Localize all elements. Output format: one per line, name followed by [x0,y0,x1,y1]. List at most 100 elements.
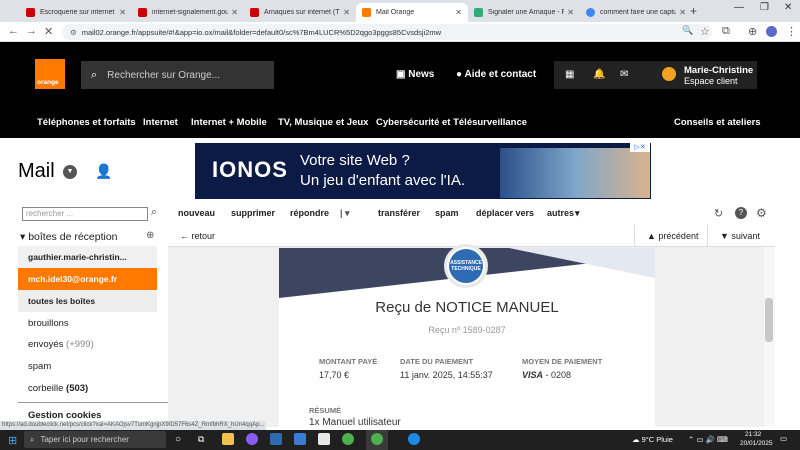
apps-grid-icon[interactable]: ▦ [565,69,574,80]
mail-envelope-icon[interactable]: ✉ [620,69,628,80]
spam-button[interactable]: spam [435,208,459,218]
gear-icon[interactable]: ⚙ [756,206,767,220]
manage-cookies-link[interactable]: Gestion cookies [28,410,101,421]
bookmark-star-icon[interactable]: ☆ [700,25,710,38]
browser-tab[interactable]: Arnaques sur internet (THESE✕ [244,3,356,22]
browser-tab[interactable]: Escroquerie sur internet : qu✕ [20,3,132,22]
back-button[interactable]: ← retour [180,231,215,241]
user-avatar[interactable] [662,67,676,81]
edge-icon[interactable] [408,433,420,445]
search-icon: ⌕ [30,434,35,444]
mail-app-icon[interactable] [270,433,282,445]
file-explorer-icon[interactable] [222,433,234,445]
profile-avatar[interactable] [766,26,777,37]
store-icon[interactable] [318,433,330,445]
scrollbar-thumb[interactable] [765,298,773,342]
browser-tab[interactable]: internet-signalement.gouv.fr✕ [132,3,244,22]
amount-value: 17,70 € [319,370,350,380]
close-window-icon[interactable]: ✕ [784,2,792,13]
mail-search-input[interactable]: rechercher ... [22,207,148,221]
notifications-icon[interactable]: ▭ [780,434,787,443]
user-settings-icon[interactable]: 👤 [95,163,112,180]
receipt-number: Reçu nº 1589-0287 [428,325,506,335]
caret-up-icon: ▲ [647,231,659,241]
download-icon[interactable]: ⊕ [748,25,757,38]
menu-advice[interactable]: Conseils et ateliers [674,117,761,128]
clock-date[interactable]: 20/01/2025 [740,440,773,447]
folder-item-drafts[interactable]: brouillons [28,318,69,329]
calendar-icon[interactable] [294,433,306,445]
new-tab-button[interactable]: + [690,4,697,18]
flag-icon [26,8,35,17]
forward-button[interactable]: transférer [378,208,420,218]
browser-tab[interactable]: comment faire une capture ✕ [580,3,692,22]
orange-logo[interactable]: orange [35,59,65,89]
flag-icon [250,8,259,17]
cortana-icon[interactable]: ○ [175,434,181,445]
help-link[interactable]: ● Aide et contact [456,69,536,80]
add-account-icon[interactable]: ⊕ [146,230,154,241]
weather-widget[interactable]: ☁ 9°C Pluie [632,435,673,444]
browser-tab-strip: Escroquerie sur internet : qu✕ internet-… [0,0,800,22]
search-icon[interactable]: ⌕ [151,206,157,219]
menu-phones[interactable]: Téléphones et forfaits [37,117,136,128]
bell-icon[interactable]: 🔔 [593,69,605,80]
badge-label: ASSISTANCE TECHNIQUE [449,249,483,283]
site-search-input[interactable]: ⌕ Rechercher sur Orange... [81,61,274,89]
close-tab-icon[interactable]: ✕ [231,8,238,17]
summary-label: RÉSUMÉ [309,406,342,415]
restore-icon[interactable]: ❐ [760,2,769,13]
folder-item-sent[interactable]: envoyés (+999) [28,339,94,350]
back-arrow-icon[interactable]: ← [8,25,19,37]
move-button[interactable]: déplacer vers [476,208,534,218]
clock-time[interactable]: 21:32 [745,431,761,438]
chrome-icon[interactable] [342,433,354,445]
chevron-down-icon[interactable]: ▾ [575,208,580,219]
address-bar[interactable]: ⚙ mail02.orange.fr/appsuite/#!&app=io.ox… [62,24,712,40]
close-tab-icon[interactable]: ✕ [343,8,350,17]
refresh-icon[interactable]: ↻ [714,207,723,220]
news-link[interactable]: ▣ News [396,69,434,80]
folder-item-spam[interactable]: spam [28,361,51,372]
reply-options-icon[interactable]: | ▾ [340,208,350,219]
menu-tv[interactable]: TV, Musique et Jeux [278,117,368,128]
new-button[interactable]: nouveau [178,208,215,218]
delete-button[interactable]: supprimer [231,208,275,218]
task-view-icon[interactable]: ⧉ [198,434,204,445]
google-icon [586,8,595,17]
menu-internet-mobile[interactable]: Internet + Mobile [191,117,267,128]
messenger-icon[interactable] [246,433,258,445]
close-tab-icon[interactable]: ✕ [119,8,126,17]
close-tab-icon[interactable]: ✕ [679,8,686,17]
zoom-icon[interactable]: 🔍 [682,25,693,36]
forward-arrow-icon[interactable]: → [26,25,37,37]
help-icon[interactable]: ? [735,207,747,219]
folder-item-trash[interactable]: corbeille (503) [28,383,88,394]
user-subtitle[interactable]: Espace client [684,76,738,86]
menu-security[interactable]: Cybersécurité et Télésurveillance [376,117,527,128]
inbox-header[interactable]: ▾ boîtes de réception [20,231,118,243]
amount-label: MONTANT PAYÉ [319,357,378,366]
more-menu-icon[interactable]: ⋮ [786,25,797,38]
browser-tab[interactable]: Signaler une Arnaque - Form✕ [468,3,580,22]
next-button[interactable]: ▼ suivant [720,231,760,241]
taskbar-search-input[interactable]: ⌕ Taper ici pour rechercher [24,431,166,448]
summary-item: 1x Manuel utilisateur [309,417,401,428]
minimize-icon[interactable]: — [734,2,744,13]
browser-tab-active[interactable]: Mail Orange ✕ [356,3,468,22]
windows-start-icon[interactable]: ⊞ [8,434,17,447]
sidebar-divider [18,402,168,403]
close-tab-icon[interactable]: ✕ [455,8,462,17]
stop-icon[interactable]: ✕ [44,25,53,38]
tray-icons[interactable]: ⌃ ▭ 🔊 ⌨ [688,435,728,444]
menu-internet[interactable]: Internet [143,117,178,128]
more-button[interactable]: autres [547,208,574,218]
site-info-icon[interactable]: ⚙ [70,28,77,37]
user-name[interactable]: Marie-Christine [684,65,753,76]
extensions-icon[interactable]: ⧉ [722,25,730,38]
prev-label: ▲ précédent [647,231,699,241]
chevron-down-icon[interactable]: ▼ [63,165,77,179]
reply-button[interactable]: répondre [290,208,329,218]
close-tab-icon[interactable]: ✕ [567,8,574,17]
ad-close-icon[interactable]: ▷✕ [630,143,650,152]
